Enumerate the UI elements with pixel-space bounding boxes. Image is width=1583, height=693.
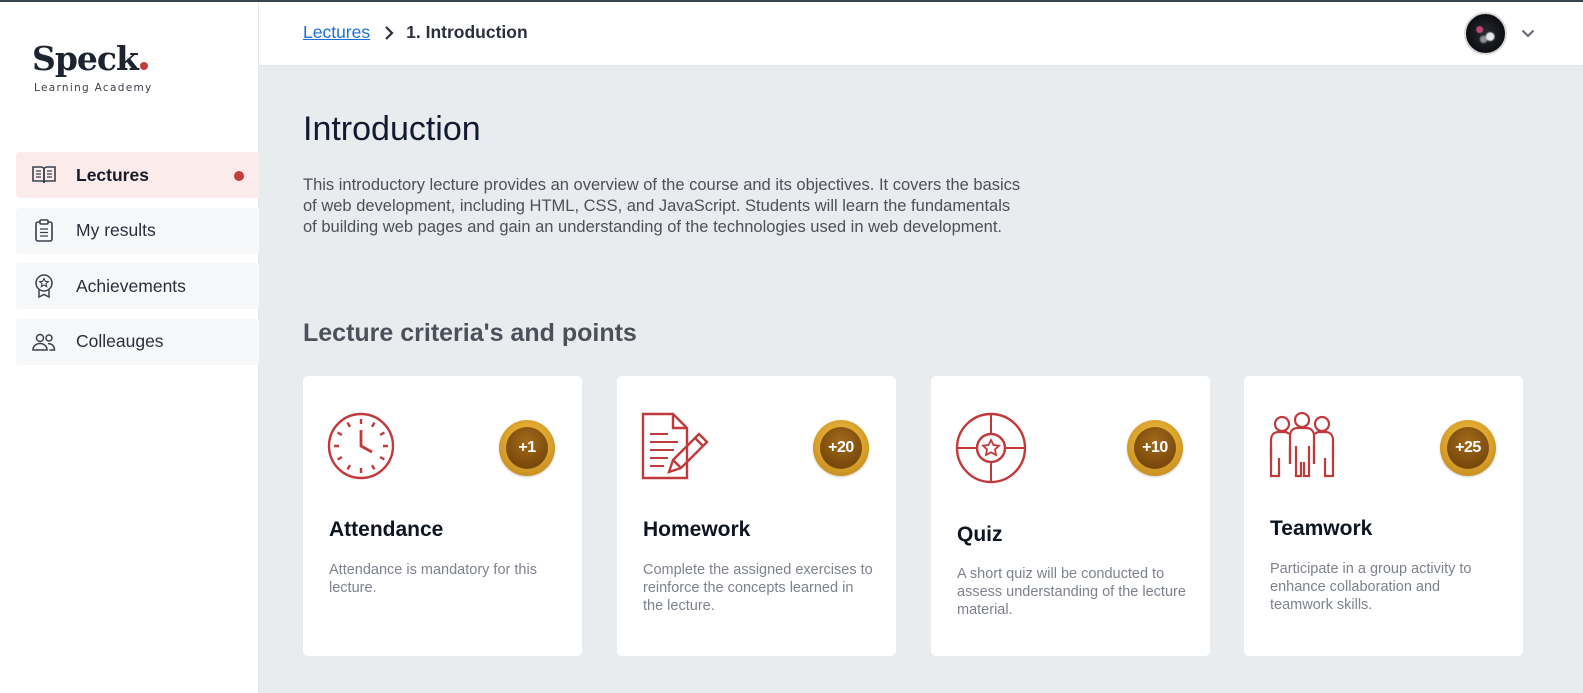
points-badge: +10 bbox=[1127, 420, 1183, 476]
card-description: Complete the assigned exercises to reinf… bbox=[643, 562, 873, 614]
points-badge: +25 bbox=[1440, 420, 1496, 476]
sidebar: Speck Learning Academy Lectures My resul… bbox=[0, 2, 259, 693]
points-badge: +1 bbox=[499, 420, 555, 476]
chevron-right-icon bbox=[384, 25, 394, 41]
award-icon bbox=[31, 273, 57, 299]
sidebar-nav: Lectures My results Achievements Colleau… bbox=[16, 152, 259, 374]
breadcrumb: Lectures 1. Introduction bbox=[303, 22, 528, 43]
card-description: A short quiz will be conducted to assess… bbox=[957, 566, 1186, 618]
points-badge: +20 bbox=[813, 420, 869, 476]
clipboard-icon bbox=[31, 218, 57, 244]
logo-subtitle: Learning Academy bbox=[34, 82, 153, 94]
criteria-card-homework: +20 Homework Complete the assigned exerc… bbox=[617, 376, 896, 656]
points-value: +1 bbox=[506, 427, 548, 469]
card-description: Participate in a group activity to enhan… bbox=[1270, 561, 1472, 613]
lecture-description: This introductory lecture provides an ov… bbox=[303, 176, 1021, 236]
top-header: Lectures 1. Introduction bbox=[259, 2, 1583, 66]
sidebar-item-label: Achievements bbox=[76, 275, 186, 296]
points-value: +10 bbox=[1134, 427, 1176, 469]
users-icon bbox=[31, 329, 57, 355]
breadcrumb-current: 1. Introduction bbox=[406, 22, 528, 42]
quiz-star-icon bbox=[955, 412, 1027, 484]
card-title: Quiz bbox=[957, 523, 1003, 546]
card-title: Homework bbox=[643, 518, 751, 541]
clock-icon bbox=[327, 412, 399, 484]
breadcrumb-link-lectures[interactable]: Lectures bbox=[303, 22, 370, 43]
card-description: Attendance is mandatory for this lecture… bbox=[329, 562, 537, 596]
card-title: Attendance bbox=[329, 518, 444, 541]
points-value: +20 bbox=[820, 427, 862, 469]
sidebar-item-lectures[interactable]: Lectures bbox=[16, 152, 259, 198]
active-indicator-dot bbox=[234, 171, 244, 181]
criteria-card-attendance: +1 Attendance Attendance is mandatory fo… bbox=[303, 376, 582, 656]
sidebar-item-label: Colleauges bbox=[76, 331, 164, 351]
criteria-card-quiz: +10 Quiz A short quiz will be conducted … bbox=[931, 376, 1210, 656]
sidebar-item-achievements[interactable]: Achievements bbox=[16, 263, 259, 309]
points-value: +25 bbox=[1447, 427, 1489, 469]
section-title: Lecture criteria's and points bbox=[303, 319, 637, 347]
avatar[interactable] bbox=[1464, 12, 1507, 55]
sidebar-item-my-results[interactable]: My results bbox=[16, 207, 259, 254]
sidebar-item-colleagues[interactable]: Colleauges bbox=[16, 318, 259, 365]
chevron-down-icon[interactable] bbox=[1521, 29, 1535, 38]
team-icon bbox=[1268, 411, 1340, 484]
card-title: Teamwork bbox=[1270, 517, 1373, 540]
logo-wordmark: Speck bbox=[32, 40, 153, 78]
logo-dot bbox=[139, 62, 148, 70]
page-title: Introduction bbox=[303, 110, 481, 148]
sidebar-item-label: My results bbox=[76, 220, 156, 240]
document-pencil-icon bbox=[641, 412, 713, 484]
profile-menu[interactable] bbox=[1464, 12, 1535, 55]
sidebar-item-label: Lectures bbox=[76, 164, 149, 185]
logo[interactable]: Speck Learning Academy bbox=[32, 40, 153, 95]
book-open-icon bbox=[31, 162, 57, 188]
criteria-card-teamwork: +25 Teamwork Participate in a group acti… bbox=[1244, 376, 1523, 656]
